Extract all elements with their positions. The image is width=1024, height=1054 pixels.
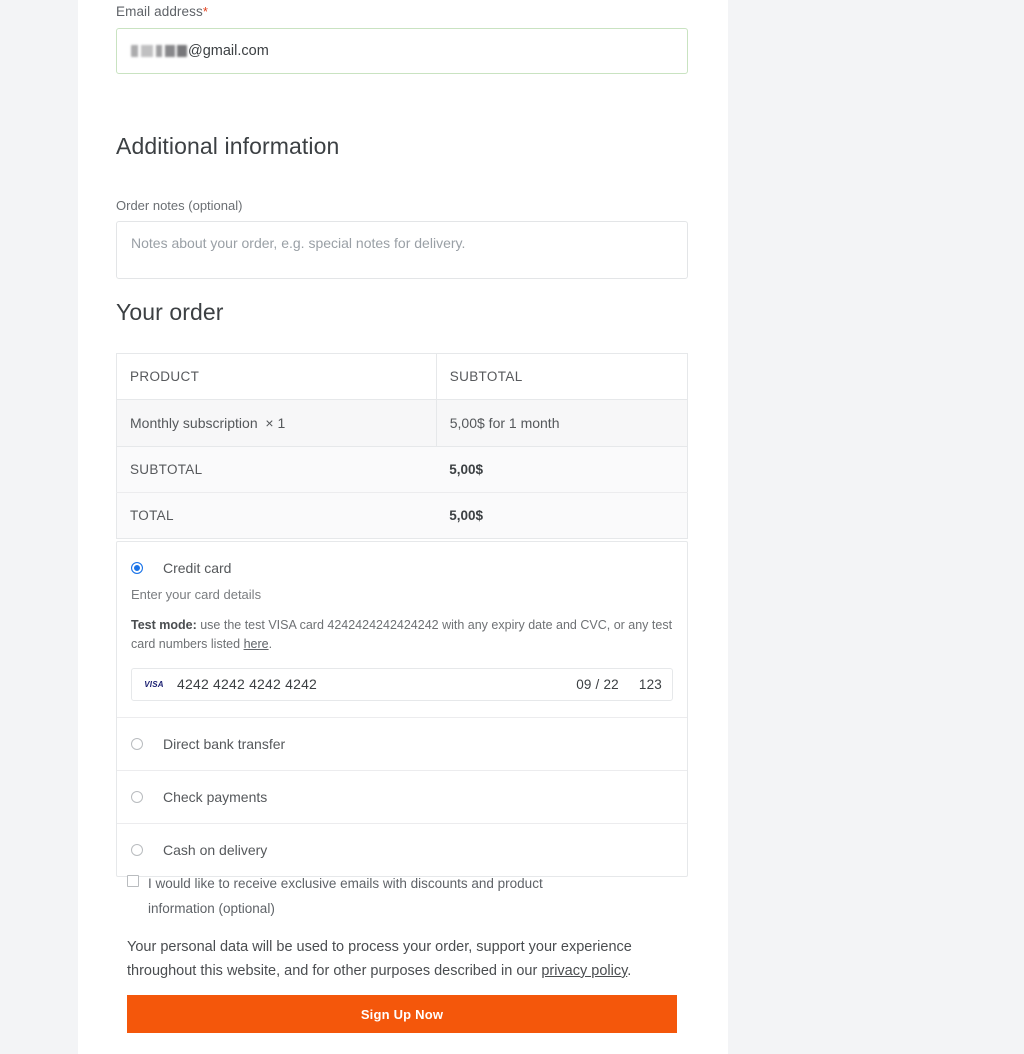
- radio-cash-on-delivery[interactable]: [131, 843, 143, 856]
- product-name-cell: Monthly subscription × 1: [116, 399, 437, 447]
- email-input[interactable]: @gmail.com: [116, 28, 688, 74]
- card-number-input[interactable]: 4242 4242 4242 4242: [177, 676, 576, 692]
- checkout-content-panel: Email address* @gmail.com Additional inf…: [78, 0, 728, 1054]
- payment-option-cash-on-delivery[interactable]: Cash on delivery: [117, 824, 687, 876]
- page-gutter-right: [728, 0, 1024, 1054]
- product-quantity: × 1: [265, 415, 286, 431]
- order-notes-placeholder: Notes about your order, e.g. special not…: [131, 235, 466, 251]
- table-row: TOTAL 5,00$: [116, 492, 688, 539]
- payment-option-credit-card[interactable]: Credit card Enter your card details Test…: [117, 542, 687, 718]
- test-mode-label: Test mode:: [131, 618, 197, 632]
- redacted-email-local-part: [131, 45, 187, 57]
- total-amount: 5,00$: [436, 492, 688, 539]
- your-order-heading: Your order: [116, 299, 224, 325]
- required-asterisk: *: [202, 4, 209, 19]
- submit-button-wrapper: Sign Up Now: [116, 995, 688, 1033]
- marketing-optin-checkbox[interactable]: [127, 875, 139, 887]
- column-header-product: PRODUCT: [116, 353, 437, 400]
- card-cvc-input[interactable]: 123: [639, 677, 662, 692]
- marketing-optin-row[interactable]: I would like to receive exclusive emails…: [116, 872, 688, 922]
- payment-option-label: Cash on delivery: [163, 841, 268, 858]
- credit-card-details: Enter your card details Test mode: use t…: [117, 576, 687, 717]
- credit-card-subtitle: Enter your card details: [131, 587, 262, 602]
- additional-information-section: Additional information Order notes (opti…: [116, 133, 688, 279]
- email-domain: @gmail.com: [188, 43, 269, 59]
- email-label: Email address*: [116, 4, 688, 19]
- subtotal-amount: 5,00$: [436, 446, 688, 493]
- payment-option-direct-bank-transfer[interactable]: Direct bank transfer: [117, 718, 687, 771]
- card-expiry-input[interactable]: 09 / 22: [576, 677, 619, 692]
- your-order-section: Your order PRODUCT SUBTOTAL Monthly subs…: [116, 299, 688, 539]
- email-label-text: Email address: [116, 4, 203, 19]
- privacy-policy-link[interactable]: privacy policy: [541, 963, 627, 979]
- visa-logo-icon: VISA: [141, 678, 167, 690]
- additional-information-heading: Additional information: [116, 133, 340, 159]
- page-gutter-left: [0, 0, 78, 1054]
- test-mode-notice: Test mode: use the test VISA card 424242…: [131, 616, 673, 655]
- marketing-optin-label: I would like to receive exclusive emails…: [148, 876, 543, 916]
- order-summary-table: PRODUCT SUBTOTAL Monthly subscription × …: [116, 353, 688, 539]
- test-card-numbers-link[interactable]: here: [244, 637, 269, 651]
- table-row: SUBTOTAL 5,00$: [116, 446, 688, 493]
- payment-methods-box: Credit card Enter your card details Test…: [116, 541, 688, 877]
- privacy-notice: Your personal data will be used to proce…: [116, 936, 646, 984]
- product-subtotal-cell: 5,00$ for 1 month: [435, 399, 688, 447]
- payment-option-check-payments[interactable]: Check payments: [117, 771, 687, 824]
- radio-credit-card[interactable]: [131, 562, 143, 574]
- card-details-input-group[interactable]: VISA 4242 4242 4242 4242 09 / 22 123: [131, 667, 673, 701]
- payment-option-label: Check payments: [163, 788, 268, 805]
- order-notes-textarea[interactable]: Notes about your order, e.g. special not…: [116, 221, 688, 279]
- product-name: Monthly subscription: [130, 415, 258, 431]
- payment-option-label: Direct bank transfer: [163, 735, 286, 752]
- test-mode-text-part-2: .: [268, 637, 273, 652]
- order-notes-label: Order notes (optional): [116, 198, 243, 213]
- column-header-subtotal: SUBTOTAL: [435, 353, 688, 400]
- table-header-row: PRODUCT SUBTOTAL: [116, 353, 688, 400]
- table-row: Monthly subscription × 1 5,00$ for 1 mon…: [116, 399, 688, 447]
- total-label: TOTAL: [116, 492, 437, 539]
- email-section: Email address* @gmail.com: [116, 4, 688, 74]
- payment-option-label: Credit card: [163, 559, 232, 576]
- radio-direct-bank-transfer[interactable]: [131, 737, 143, 750]
- test-mode-text-part-1: use the test VISA card 4242424242424242 …: [131, 618, 673, 652]
- subtotal-label: SUBTOTAL: [116, 446, 437, 493]
- radio-check-payments[interactable]: [131, 790, 143, 803]
- sign-up-now-button[interactable]: Sign Up Now: [127, 995, 677, 1033]
- privacy-text-part-2: .: [627, 962, 632, 979]
